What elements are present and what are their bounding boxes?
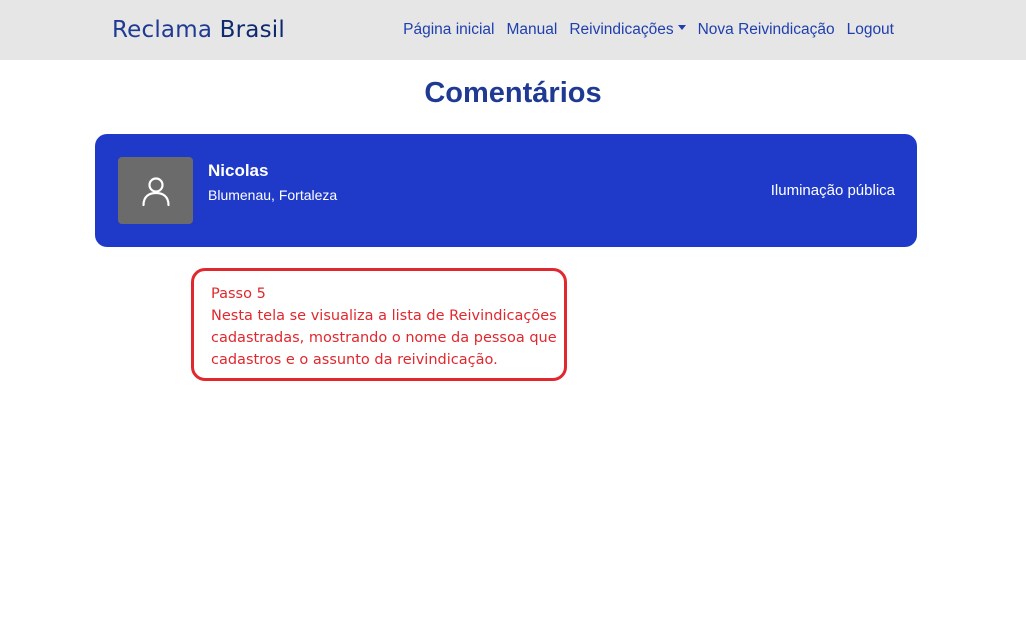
brand-logo[interactable]: Reclama Brasil <box>112 15 285 45</box>
annotation-line: cadastros e o assunto da reivindicação. <box>211 352 498 368</box>
nav-menu: Página inicial Manual Reivindicações Nov… <box>403 20 894 40</box>
nav-link-home[interactable]: Página inicial <box>403 20 494 40</box>
claim-card[interactable]: Nicolas Blumenau, Fortaleza Iluminação p… <box>95 134 917 247</box>
nav-dropdown-claims-label: Reivindicações <box>569 21 674 38</box>
annotation-line: Nesta tela se visualiza a lista de Reivi… <box>211 308 557 324</box>
page-title: Comentários <box>424 77 602 109</box>
annotation-line: Passo 5 <box>211 286 266 302</box>
brand-part2: Brasil <box>219 17 285 43</box>
user-icon <box>141 176 170 206</box>
nav-dropdown-claims[interactable]: Reivindicações <box>569 20 686 40</box>
annotation-line: cadastradas, mostrando o nome da pessoa … <box>211 330 557 346</box>
nav-link-manual[interactable]: Manual <box>506 20 557 40</box>
claim-subject: Iluminação pública <box>770 182 895 199</box>
nav-link-new-claim[interactable]: Nova Reivindicação <box>698 20 835 40</box>
caret-down-icon <box>677 25 686 31</box>
navbar: Reclama Brasil Página inicial Manual Rei… <box>0 0 1026 60</box>
claim-user-location: Blumenau, Fortaleza <box>208 187 338 203</box>
brand-part1: Reclama <box>112 17 213 43</box>
avatar <box>118 157 193 224</box>
claim-user-name: Nicolas <box>208 161 269 180</box>
annotation-callout: Passo 5 Nesta tela se visualiza a lista … <box>191 268 567 381</box>
nav-link-logout[interactable]: Logout <box>847 20 894 40</box>
